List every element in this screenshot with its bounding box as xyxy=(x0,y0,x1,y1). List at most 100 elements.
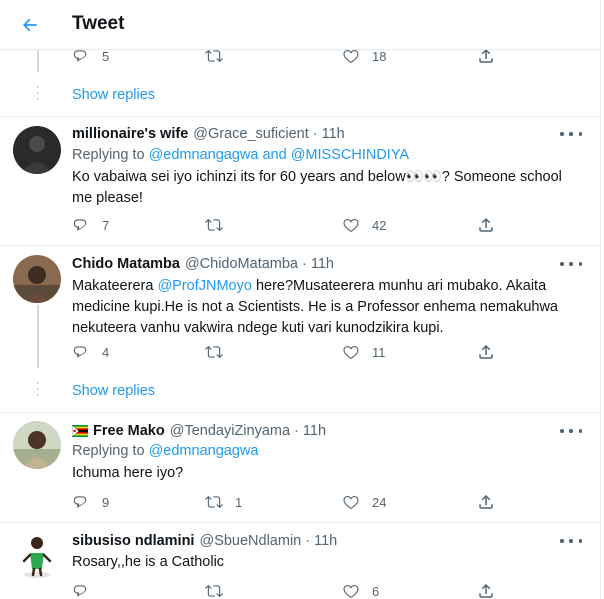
replying-label: Replying to xyxy=(72,147,145,163)
separator-dot: · xyxy=(294,423,299,439)
mention-link[interactable]: @edmnangagwa xyxy=(149,443,259,459)
avatar[interactable] xyxy=(13,421,61,469)
reply-icon xyxy=(72,216,90,234)
timestamp[interactable]: 11h xyxy=(314,533,337,549)
retweet-icon xyxy=(205,216,223,234)
user-handle[interactable]: @ChidoMatamba xyxy=(185,256,298,272)
reply-button[interactable]: 7 xyxy=(72,215,109,235)
avatar[interactable] xyxy=(13,255,61,303)
divider xyxy=(0,245,600,246)
like-count: 6 xyxy=(372,583,380,599)
show-replies-link[interactable]: Show replies xyxy=(72,87,155,103)
page-header: Tweet xyxy=(0,0,600,50)
replying-label: Replying to xyxy=(72,443,145,459)
user-handle[interactable]: @Grace_suficient xyxy=(193,126,308,142)
retweet-button[interactable] xyxy=(205,215,223,235)
like-count: 11 xyxy=(372,344,386,360)
mention-link[interactable]: @edmnangagwa xyxy=(149,147,259,163)
avatar[interactable] xyxy=(13,531,61,579)
share-button[interactable] xyxy=(477,492,495,512)
retweet-icon xyxy=(205,493,223,511)
tweet-actions: 9 1 24 xyxy=(72,492,542,512)
thread-line xyxy=(37,50,39,72)
thread-dots xyxy=(37,86,39,104)
and-word: and xyxy=(262,147,287,163)
reply-count: 9 xyxy=(102,494,110,510)
display-name[interactable]: Free Mako xyxy=(93,423,165,439)
like-count: 18 xyxy=(372,48,387,64)
like-button[interactable]: 11 xyxy=(342,342,386,362)
timestamp[interactable]: 11h xyxy=(303,423,326,439)
reply-count: 4 xyxy=(102,344,110,360)
replying-to: Replying to @edmnangagwa and @MISSCHINDI… xyxy=(72,147,409,163)
retweet-icon xyxy=(205,582,223,599)
reply-button[interactable]: 4 xyxy=(72,342,109,362)
divider xyxy=(0,412,600,413)
reply-button[interactable] xyxy=(72,581,90,599)
separator-dot: · xyxy=(305,533,311,549)
user-handle[interactable]: @SbueNdlamin xyxy=(199,533,301,549)
display-name[interactable]: millionaire's wife xyxy=(72,126,188,142)
share-icon xyxy=(477,216,495,234)
tweet-text: Ichuma here iyo? xyxy=(72,465,184,481)
tweet-page: Tweet 5 18 Show replies millionaire's wi… xyxy=(0,0,600,599)
like-button[interactable]: 42 xyxy=(342,215,386,235)
like-icon xyxy=(342,493,360,511)
user-handle[interactable]: @TendayiZinyama xyxy=(170,423,290,439)
like-icon xyxy=(342,216,360,234)
avatar[interactable] xyxy=(13,126,61,174)
more-options-button[interactable] xyxy=(560,126,582,142)
display-name[interactable]: Chido Matamba xyxy=(72,256,180,272)
back-button[interactable] xyxy=(14,9,46,41)
tweet-text: Makateerera @ProfJNMoyo here?Musateerera… xyxy=(72,276,577,339)
retweet-button[interactable] xyxy=(205,342,223,362)
tweet-text: Rosary,,he is a Catholic xyxy=(72,554,225,570)
tweet-header: sibusiso ndlamini @SbueNdlamin · 11h xyxy=(72,533,337,549)
retweet-button[interactable] xyxy=(205,581,223,599)
tweet-text-start: Makateerera xyxy=(72,278,154,294)
tweet-text: Ko vabaiwa sei iyo ichinzi its for 60 ye… xyxy=(72,169,562,206)
tweet-header: Chido Matamba @ChidoMatamba · 11h xyxy=(72,256,334,272)
retweet-count: 1 xyxy=(235,494,243,510)
separator-dot: · xyxy=(302,256,307,272)
share-icon xyxy=(477,582,495,599)
thread-dots xyxy=(37,382,39,400)
back-arrow-icon xyxy=(22,18,37,32)
share-button[interactable] xyxy=(477,581,495,599)
tweet-header: millionaire's wife @Grace_suficient · 11… xyxy=(72,126,345,142)
more-options-button[interactable] xyxy=(560,533,582,549)
reply-icon xyxy=(72,582,90,599)
like-icon xyxy=(342,582,360,599)
separator-dot: · xyxy=(312,126,318,142)
tweet-actions: 4 11 xyxy=(72,342,542,362)
reply-count: 7 xyxy=(102,217,110,233)
reply-icon xyxy=(72,343,90,361)
reply-icon xyxy=(72,493,90,511)
reply-button[interactable]: 9 xyxy=(72,492,109,512)
tweet-actions: 7 42 xyxy=(72,215,542,235)
display-name[interactable]: sibusiso ndlamini xyxy=(72,533,194,549)
like-count: 24 xyxy=(372,494,387,510)
reply-count: 5 xyxy=(102,48,110,64)
replying-to: Replying to @edmnangagwa xyxy=(72,443,258,459)
timestamp[interactable]: 11h xyxy=(322,126,345,142)
divider xyxy=(0,522,600,523)
timestamp[interactable]: 11h xyxy=(311,256,334,272)
retweet-button[interactable]: 1 xyxy=(205,492,242,512)
thread-line xyxy=(37,305,39,368)
share-button[interactable] xyxy=(477,215,495,235)
like-count: 42 xyxy=(372,217,387,233)
mention-link[interactable]: @MISSCHINDIYA xyxy=(291,147,409,163)
like-button[interactable]: 6 xyxy=(342,581,379,599)
divider xyxy=(0,116,600,117)
more-options-button[interactable] xyxy=(560,423,582,439)
column-border xyxy=(600,0,601,599)
zimbabwe-flag-icon xyxy=(71,424,88,438)
page-title: Tweet xyxy=(72,13,125,34)
share-icon xyxy=(477,343,495,361)
like-button[interactable]: 24 xyxy=(342,492,386,512)
mention-link[interactable]: @ProfJNMoyo xyxy=(157,278,252,294)
more-options-button[interactable] xyxy=(560,256,582,272)
show-replies-link[interactable]: Show replies xyxy=(72,383,155,399)
share-button[interactable] xyxy=(477,342,495,362)
